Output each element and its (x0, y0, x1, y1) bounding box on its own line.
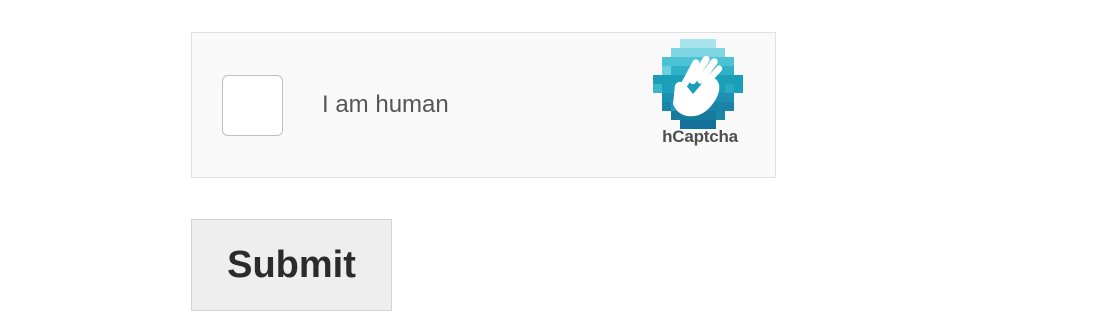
hcaptcha-widget: I am human hCaptcha (191, 32, 776, 178)
captcha-checkbox[interactable] (222, 75, 283, 136)
hcaptcha-logo[interactable]: hCaptcha (640, 39, 760, 149)
captcha-label: I am human (322, 91, 449, 118)
hand-wave-icon (653, 39, 743, 129)
hcaptcha-brand-text: hCaptcha (662, 127, 738, 146)
submit-button[interactable]: Submit (191, 219, 392, 311)
